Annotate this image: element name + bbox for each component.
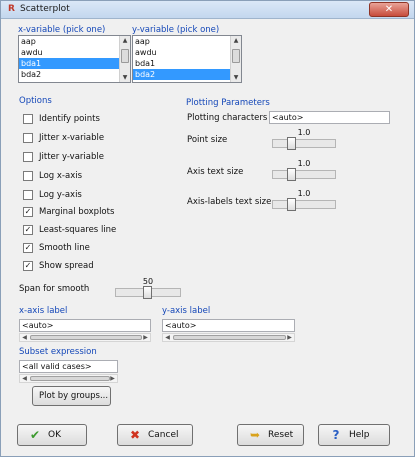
plot-by-groups-button[interactable]: Plot by groups... (32, 386, 111, 406)
y-variable-scrollbar[interactable]: ▲ ▼ (230, 36, 241, 82)
scroll-left-icon[interactable]: ◀ (163, 334, 172, 341)
scatterplot-dialog: R Scatterplot ✕ x-variable (pick one) aa… (0, 0, 415, 457)
axis-text-size-label: Axis text size (187, 167, 244, 177)
axis-text-size-slider[interactable]: 1.0 (272, 159, 336, 181)
slider-value: 50 (142, 277, 154, 286)
x-variable-scrollbar[interactable]: ▲ ▼ (119, 36, 130, 82)
x-icon: ✖ (129, 428, 141, 442)
slider-value: 1.0 (297, 159, 311, 168)
slider-thumb[interactable] (287, 198, 296, 211)
button-label: Plot by groups... (39, 391, 109, 401)
slider-track[interactable] (272, 139, 336, 148)
plotting-characters-label: Plotting characters (187, 113, 268, 123)
checkbox-label: Show spread (39, 261, 94, 271)
r-app-icon: R (8, 4, 15, 14)
scroll-left-icon[interactable]: ◀ (20, 334, 29, 341)
slider-thumb[interactable] (287, 137, 296, 150)
checkbox-box[interactable] (23, 190, 33, 200)
cancel-button[interactable]: ✖ Cancel (117, 424, 193, 446)
window-title: Scatterplot (20, 4, 70, 14)
list-item[interactable]: aap (19, 36, 130, 47)
x-variable-header: x-variable (pick one) (18, 25, 106, 35)
span-slider[interactable]: 50 (115, 277, 181, 299)
ok-button[interactable]: ✔ OK (17, 424, 87, 446)
checkbox-box[interactable] (23, 152, 33, 162)
x-axis-label-scrollbar[interactable]: ◀ ▶ (19, 333, 151, 342)
list-item[interactable]: bda1 (133, 58, 241, 69)
subset-scrollbar[interactable]: ◀ ▶ (19, 374, 118, 383)
y-axis-label-header: y-axis label (162, 306, 211, 316)
checkbox-label: Least-squares line (39, 225, 117, 235)
plotting-parameters-header: Plotting Parameters (186, 98, 270, 108)
checkbox-label: Marginal boxplots (39, 207, 115, 217)
close-icon: ✕ (384, 4, 394, 15)
slider-track[interactable] (272, 200, 336, 209)
checkbox-label: Jitter y-variable (39, 152, 104, 162)
button-label: Help (349, 430, 370, 440)
checkbox-box[interactable] (23, 133, 33, 143)
checkbox-box[interactable] (23, 171, 33, 181)
subset-expression-input[interactable]: <all valid cases> (19, 360, 118, 373)
checkbox-check-icon[interactable]: ✓ (23, 207, 33, 217)
button-label: Cancel (148, 430, 179, 440)
title-bar: R Scatterplot ✕ (1, 1, 414, 19)
y-variable-listbox[interactable]: aap awdu bda1 bda2 ▲ ▼ (132, 35, 242, 83)
list-item[interactable]: bda2 (19, 69, 130, 80)
scroll-right-icon[interactable]: ▶ (108, 375, 117, 382)
scroll-thumb[interactable] (173, 335, 286, 340)
scroll-left-icon[interactable]: ◀ (20, 375, 29, 382)
reset-button[interactable]: ➥ Reset (237, 424, 304, 446)
options-header: Options (19, 96, 52, 106)
scroll-thumb[interactable] (121, 49, 129, 63)
y-axis-label-scrollbar[interactable]: ◀ ▶ (162, 333, 295, 342)
checkbox-label: Jitter x-variable (39, 133, 105, 143)
scroll-up-icon[interactable]: ▲ (231, 36, 241, 45)
close-button[interactable]: ✕ (369, 2, 409, 17)
checkbox-label: Log x-axis (39, 171, 83, 181)
span-label: Span for smooth (19, 284, 90, 294)
checkbox-check-icon[interactable]: ✓ (23, 261, 33, 271)
y-variable-header: y-variable (pick one) (132, 25, 220, 35)
checkbox-label: Identify points (39, 114, 100, 124)
scroll-down-icon[interactable]: ▼ (120, 73, 130, 82)
list-item[interactable]: bda2 (133, 69, 241, 80)
list-item[interactable]: aap (133, 36, 241, 47)
checkbox-label: Smooth line (39, 243, 90, 253)
help-button[interactable]: ? Help (318, 424, 390, 446)
list-item[interactable]: bda1 (19, 58, 130, 69)
checkbox-check-icon[interactable]: ✓ (23, 243, 33, 253)
scroll-right-icon[interactable]: ▶ (141, 334, 150, 341)
axis-labels-size-label: Axis-labels text size (187, 197, 272, 207)
checkbox-check-icon[interactable]: ✓ (23, 225, 33, 235)
plotting-characters-input[interactable]: <auto> (269, 111, 390, 124)
slider-value: 1.0 (297, 189, 311, 198)
reset-arrow-icon: ➥ (249, 428, 261, 442)
scroll-up-icon[interactable]: ▲ (120, 36, 130, 45)
axis-labels-size-slider[interactable]: 1.0 (272, 189, 336, 211)
y-axis-label-input[interactable]: <auto> (162, 319, 295, 332)
slider-value: 1.0 (297, 128, 311, 137)
scroll-thumb[interactable] (232, 49, 240, 63)
checkbox-label: Log y-axis (39, 190, 82, 200)
slider-thumb[interactable] (143, 286, 152, 299)
subset-expression-header: Subset expression (19, 347, 97, 357)
slider-track[interactable] (272, 170, 336, 179)
list-item[interactable]: awdu (19, 47, 130, 58)
list-item[interactable]: awdu (133, 47, 241, 58)
question-icon: ? (332, 428, 340, 442)
x-axis-label-header: x-axis label (19, 306, 68, 316)
slider-thumb[interactable] (287, 168, 296, 181)
point-size-label: Point size (187, 135, 228, 145)
x-variable-listbox[interactable]: aap awdu bda1 bda2 ▲ ▼ (18, 35, 131, 83)
scroll-right-icon[interactable]: ▶ (285, 334, 294, 341)
checkbox-box[interactable] (23, 114, 33, 124)
check-icon: ✔ (29, 428, 41, 442)
x-axis-label-input[interactable]: <auto> (19, 319, 151, 332)
scroll-thumb[interactable] (30, 376, 110, 381)
button-label: OK (48, 430, 61, 440)
scroll-thumb[interactable] (30, 335, 142, 340)
point-size-slider[interactable]: 1.0 (272, 128, 336, 150)
button-label: Reset (268, 430, 294, 440)
scroll-down-icon[interactable]: ▼ (231, 73, 241, 82)
